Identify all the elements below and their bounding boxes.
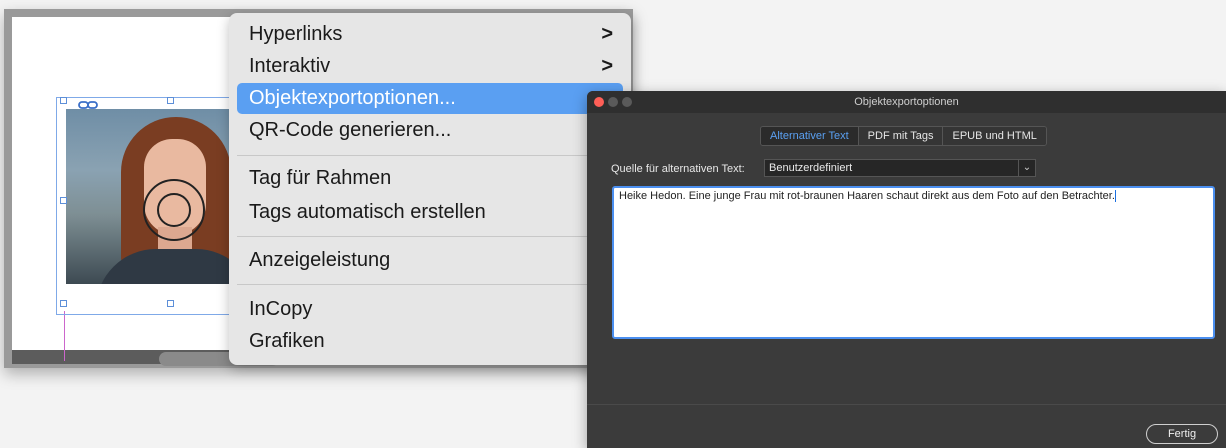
dialog-tabs: Alternativer Text PDF mit Tags EPUB und …: [760, 126, 1047, 146]
menu-item-anzeigeleistung[interactable]: Anzeigeleistung: [237, 245, 623, 276]
chevron-down-icon: ⌄: [1018, 160, 1035, 176]
frame-handle-middle-left[interactable]: [60, 197, 67, 204]
frame-handle-top-center[interactable]: [167, 97, 174, 104]
menu-item-hyperlinks[interactable]: Hyperlinks >: [237, 19, 623, 50]
object-export-options-dialog: Objektexportoptionen Alternativer Text P…: [587, 91, 1226, 448]
content-grabber-icon[interactable]: [143, 179, 205, 241]
menu-item-grafiken[interactable]: Grafiken: [237, 326, 623, 357]
menu-item-label: QR-Code generieren...: [249, 119, 452, 141]
frame-handle-bottom-left[interactable]: [60, 300, 67, 307]
menu-separator: [237, 284, 623, 285]
context-menu: Hyperlinks > Interaktiv > Objektexportop…: [229, 13, 631, 365]
menu-item-label: Interaktiv: [249, 55, 331, 77]
alt-text-source-value: Benutzerdefiniert: [769, 162, 853, 174]
menu-item-label: Hyperlinks: [249, 23, 343, 45]
chevron-right-icon: >: [601, 23, 613, 45]
tab-pdf-mit-tags[interactable]: PDF mit Tags: [857, 127, 943, 145]
menu-item-interaktiv[interactable]: Interaktiv >: [237, 51, 623, 82]
link-icon[interactable]: [78, 100, 98, 110]
alt-text-value: Heike Hedon. Eine junge Frau mit rot-bra…: [619, 190, 1115, 202]
alt-text-field[interactable]: Heike Hedon. Eine junge Frau mit rot-bra…: [612, 186, 1215, 339]
alt-text-source-select[interactable]: Benutzerdefiniert ⌄: [764, 159, 1036, 177]
menu-item-label: InCopy: [249, 298, 313, 320]
menu-item-tag-fuer-rahmen[interactable]: Tag für Rahmen: [237, 163, 623, 194]
done-button[interactable]: Fertig: [1146, 424, 1218, 444]
menu-item-objektexportoptionen[interactable]: Objektexportoptionen...: [237, 83, 623, 114]
menu-item-incopy[interactable]: InCopy: [237, 294, 623, 325]
tab-alternativer-text[interactable]: Alternativer Text: [761, 127, 858, 145]
text-caret: [1114, 190, 1116, 203]
menu-item-label: Tag für Rahmen: [249, 167, 392, 189]
tab-epub-und-html[interactable]: EPUB und HTML: [942, 127, 1046, 145]
menu-separator: [237, 155, 623, 156]
photo-shirt: [96, 249, 241, 284]
margin-guide: [64, 311, 65, 361]
menu-item-label: Grafiken: [249, 330, 325, 352]
alt-text-source-label: Quelle für alternativen Text:: [611, 163, 745, 175]
menu-item-tags-automatisch[interactable]: Tags automatisch erstellen: [237, 197, 623, 228]
dialog-divider: [587, 404, 1226, 405]
frame-handle-top-left[interactable]: [60, 97, 67, 104]
menu-separator: [237, 236, 623, 237]
menu-item-qr-code[interactable]: QR-Code generieren...: [237, 115, 623, 146]
menu-item-label: Tags automatisch erstellen: [249, 201, 486, 223]
menu-item-label: Anzeigeleistung: [249, 249, 391, 271]
chevron-right-icon: >: [601, 55, 613, 77]
frame-handle-bottom-center[interactable]: [167, 300, 174, 307]
dialog-title: Objektexportoptionen: [854, 96, 959, 108]
menu-item-label: Objektexportoptionen...: [249, 87, 456, 109]
